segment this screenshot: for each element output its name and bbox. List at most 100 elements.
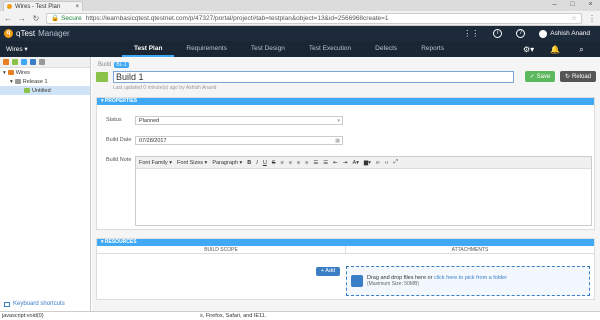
expand-icon[interactable]: ▾ [3, 70, 6, 76]
qtest-logo-icon: q [4, 29, 13, 38]
attachments-header: ATTACHMENTS [345, 246, 594, 253]
numbered-list-icon[interactable]: ☰ [323, 160, 328, 166]
tree-panel: ▾ Wires ▾ Release 1 Untitled Keyboard sh… [0, 57, 91, 311]
tab-test-design[interactable]: Test Design [239, 41, 297, 57]
build-name-input[interactable]: Build 1 [113, 71, 514, 83]
build-icon [24, 88, 30, 93]
maximize-icon[interactable]: □ [566, 1, 579, 9]
pick-folder-link[interactable]: click here to pick from a folder [434, 275, 507, 281]
bold-icon[interactable]: B [247, 160, 251, 166]
bullet-list-icon[interactable]: ☰ [313, 160, 318, 166]
italic-icon[interactable]: I [256, 160, 258, 166]
tab-test-execution[interactable]: Test Execution [297, 41, 363, 57]
build-label: Build BL-1 [98, 62, 129, 68]
url-field[interactable]: 🔒 Secure https://learnbasicqtest.qtestnet… [46, 12, 582, 24]
secure-indicator: 🔒 Secure [51, 14, 82, 23]
strikethrough-icon[interactable]: S [272, 160, 276, 166]
release-icon [14, 79, 21, 84]
new-release-icon[interactable] [3, 59, 9, 65]
favicon-icon [7, 4, 12, 9]
forward-icon[interactable]: → [18, 14, 26, 23]
tree-toolbar [0, 57, 90, 68]
status-select[interactable]: Planned ▾ [135, 116, 343, 125]
project-selector[interactable]: Wires ▾ [6, 45, 122, 53]
status-label: Status [106, 117, 122, 123]
justify-icon[interactable]: ≡ [305, 160, 308, 166]
expand-icon[interactable]: ▾ [10, 79, 13, 85]
keyboard-icon [4, 301, 10, 307]
properties-header[interactable]: ▾ PROPERTIES [97, 98, 594, 105]
resources-header[interactable]: ▾ RESOURCES [97, 239, 594, 246]
last-updated-text: Last updated 0 minute(s) ago by Ashish A… [113, 85, 217, 91]
highlight-icon[interactable]: ▆▾ [364, 160, 371, 166]
outdent-icon[interactable]: ⇤ [333, 160, 338, 166]
tree-item-build[interactable]: Untitled [0, 86, 90, 95]
code-icon[interactable]: ‹› [385, 160, 389, 166]
tab-reports[interactable]: Reports [409, 41, 456, 57]
tab-close-icon[interactable]: × [75, 4, 79, 10]
text-color-icon[interactable]: A▾ [352, 160, 358, 166]
link-icon[interactable]: ∞ [376, 160, 380, 166]
resources-column-headers: BUILD SCOPE ATTACHMENTS [97, 246, 594, 254]
back-icon[interactable]: ← [4, 14, 12, 23]
more-icon[interactable] [39, 59, 45, 65]
build-icon [96, 72, 108, 82]
url-text: https://learnbasicqtest.qtestnet.com/p/4… [85, 14, 389, 22]
tab-requirements[interactable]: Requirements [174, 41, 238, 57]
build-note-editor[interactable]: Font Family ▾ Font Sizes ▾ Paragraph ▾ B… [135, 156, 592, 226]
avatar [539, 29, 548, 38]
chevron-down-icon: ▾ [337, 118, 340, 124]
settings-gear-icon[interactable]: ⚙▾ [523, 45, 534, 54]
browser-tab-bar [0, 0, 600, 11]
menu-icon[interactable]: ⋮ [588, 14, 596, 23]
save-button[interactable]: ✓ Save [525, 71, 555, 82]
reload-button[interactable]: ↻ Reload [560, 71, 596, 82]
lock-icon: 🔒 [51, 15, 60, 22]
calendar-icon[interactable]: ▦ [335, 137, 340, 145]
attachment-dropzone[interactable]: Drag and drop files here or click here t… [346, 266, 590, 296]
app-header: q qTest Manager ⋮⋮ i ? Ashish Anand [0, 26, 600, 41]
add-scope-button[interactable]: + Add [316, 267, 340, 276]
app-logo[interactable]: q qTest Manager [4, 29, 70, 38]
browser-status-bar: javascript:void(0) s, Firefox, Safari, a… [0, 311, 600, 319]
max-size-text: (Maximum Size: 50MB) [367, 281, 419, 287]
fullscreen-icon[interactable]: ⤢ [393, 159, 397, 166]
search-icon[interactable]: ⌕ [577, 45, 586, 54]
tab-defects[interactable]: Defects [363, 41, 409, 57]
help-icon[interactable]: ? [516, 29, 526, 38]
star-icon[interactable]: ☆ [571, 14, 577, 22]
keyboard-shortcuts-link[interactable]: Keyboard shortcuts [4, 301, 65, 307]
paragraph-dropdown[interactable]: Paragraph ▾ [212, 160, 242, 166]
tree-item-release[interactable]: ▾ Release 1 [0, 77, 90, 86]
product-name: Manager [38, 29, 70, 38]
underline-icon[interactable]: U [263, 160, 267, 166]
build-note-label: Build Note [106, 157, 132, 163]
build-scope-header: BUILD SCOPE [204, 247, 238, 253]
refresh-tree-icon[interactable] [21, 59, 27, 65]
build-date-label: Build Date [106, 137, 132, 143]
project-icon [7, 70, 14, 75]
indent-icon[interactable]: ⇥ [343, 160, 348, 166]
align-right-icon[interactable]: ≡ [297, 160, 300, 166]
notification-bell-icon[interactable]: 🔔 [550, 45, 560, 54]
minimize-icon[interactable]: – [548, 1, 561, 9]
build-date-field[interactable]: 07/28/2017 ▦ [135, 136, 343, 145]
browser-tab[interactable]: Wires - Test Plan × [3, 1, 83, 11]
close-window-icon[interactable]: × [584, 1, 597, 9]
filter-icon[interactable] [30, 59, 36, 65]
tab-test-plan[interactable]: Test Plan [122, 41, 175, 57]
logo-text: qTest [16, 29, 36, 38]
refresh-icon[interactable]: ↻ [32, 14, 40, 23]
info-icon[interactable]: i [493, 29, 503, 38]
new-build-icon[interactable] [12, 59, 18, 65]
main-nav: Wires ▾ Test Plan Requirements Test Desi… [0, 41, 600, 57]
align-center-icon[interactable]: ≡ [289, 160, 292, 166]
align-left-icon[interactable]: ≡ [280, 160, 283, 166]
font-family-dropdown[interactable]: Font Family ▾ [139, 160, 172, 166]
user-name: Ashish Anand [550, 30, 590, 37]
check-icon: ✓ [529, 74, 535, 80]
apps-grid-icon[interactable]: ⋮⋮ [463, 29, 479, 38]
user-menu[interactable]: Ashish Anand [539, 29, 590, 38]
font-size-dropdown[interactable]: Font Sizes ▾ [177, 160, 207, 166]
tree-item-root[interactable]: ▾ Wires [0, 68, 90, 77]
